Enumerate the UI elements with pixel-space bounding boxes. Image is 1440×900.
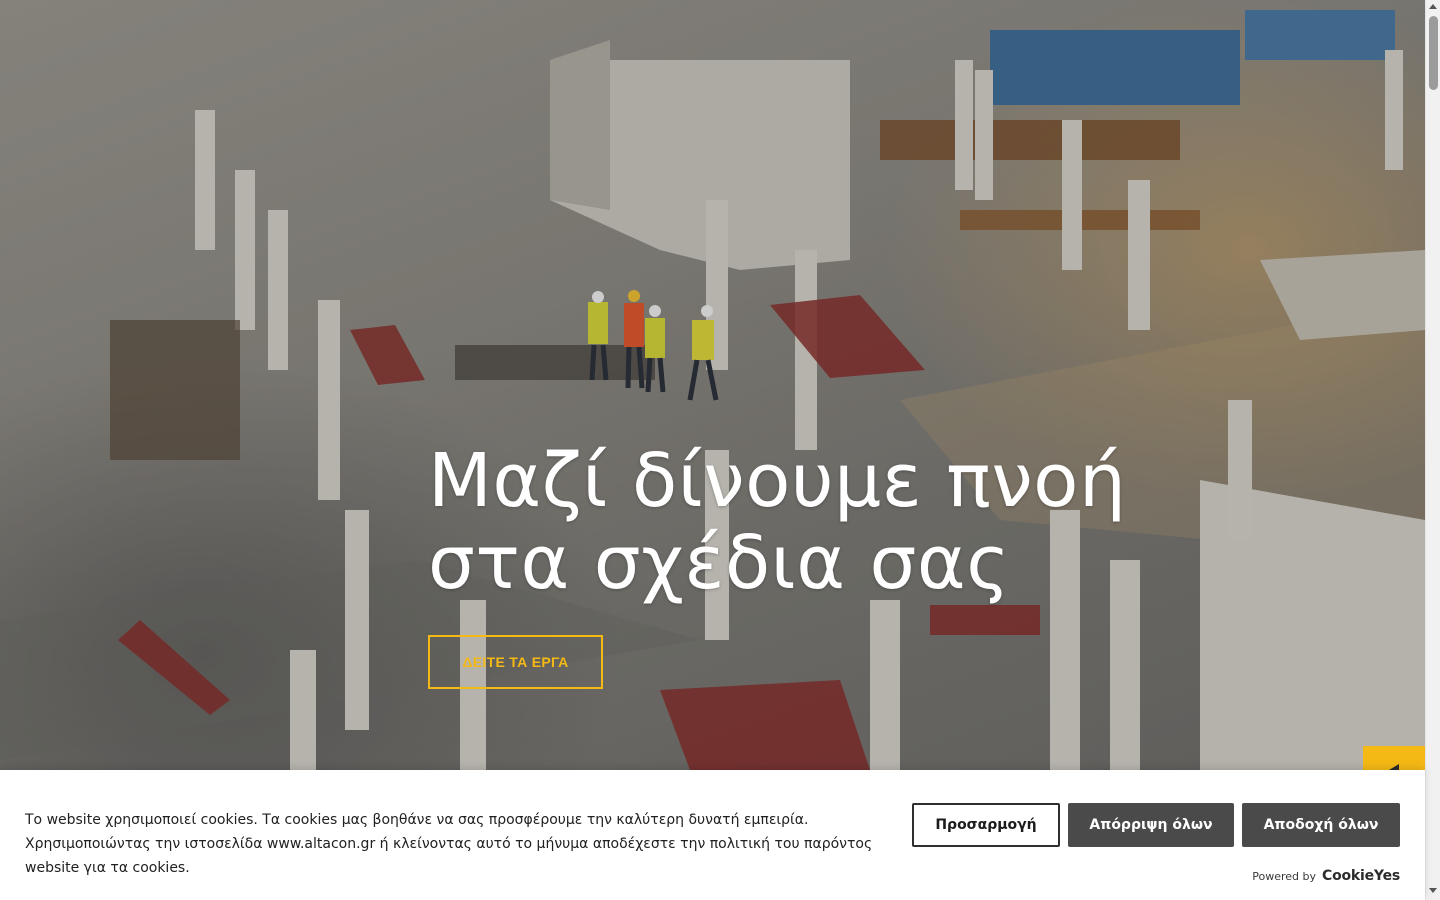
powered-by-credit[interactable]: Powered by CookieYes xyxy=(1252,868,1400,884)
view-projects-button[interactable]: ΔΕΙΤΕ ΤΑ ΕΡΓΑ xyxy=(428,635,603,689)
scroll-down-arrow-icon[interactable] xyxy=(1429,888,1437,893)
hero-headline: Μαζί δίνουμε πνοή στα σχέδια σας xyxy=(428,440,1188,604)
cookie-consent-banner: Το website χρησιμοποιεί cookies. Τα cook… xyxy=(0,770,1425,900)
cookieyes-logo[interactable]: CookieYes xyxy=(1322,868,1400,884)
hero-section: Μαζί δίνουμε πνοή στα σχέδια σας ΔΕΙΤΕ Τ… xyxy=(0,0,1425,900)
reject-all-button[interactable]: Απόρριψη όλων xyxy=(1068,803,1234,847)
cookie-notice-text: Το website χρησιμοποιεί cookies. Τα cook… xyxy=(25,812,873,876)
accept-all-button[interactable]: Αποδοχή όλων xyxy=(1242,803,1400,847)
scrollbar-thumb[interactable] xyxy=(1429,16,1438,90)
customize-button[interactable]: Προσαρμογή xyxy=(912,803,1060,847)
page-scrollbar[interactable] xyxy=(1425,0,1440,900)
hero-headline-line1: Μαζί δίνουμε πνοή xyxy=(428,438,1127,524)
powered-by-label: Powered by xyxy=(1252,870,1316,883)
hero-headline-line2: στα σχέδια σας xyxy=(428,520,1011,606)
scroll-up-arrow-icon[interactable] xyxy=(1429,4,1437,9)
